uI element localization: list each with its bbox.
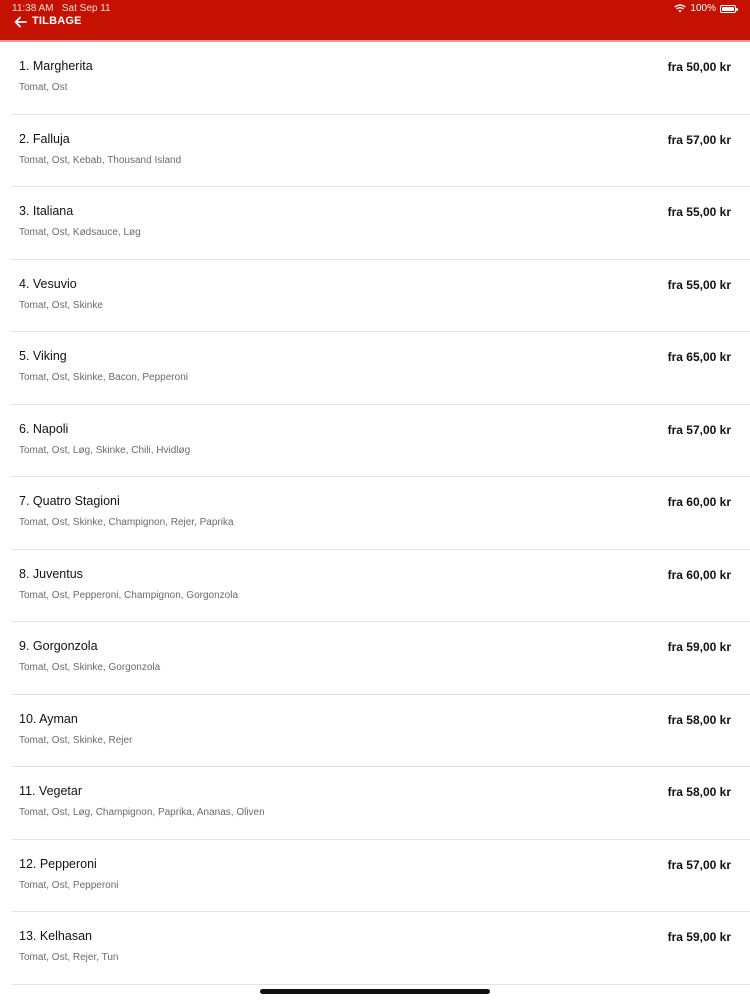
menu-item-name: 11. Vegetar (19, 784, 83, 798)
menu-item[interactable]: 8. Juventus Tomat, Ost, Pepperoni, Champ… (12, 550, 750, 622)
menu-item-ingredients: Tomat, Ost, Pepperoni (19, 879, 119, 891)
menu-item-ingredients: Tomat, Ost, Løg, Skinke, Chili, Hvidløg (19, 444, 191, 456)
menu-item[interactable]: 12. Pepperoni Tomat, Ost, Pepperoni fra … (12, 840, 750, 912)
menu-item[interactable]: 7. Quatro Stagioni Tomat, Ost, Skinke, C… (12, 477, 750, 550)
menu-item-price: fra 59,00 kr (667, 930, 731, 944)
menu-item-price: fra 60,00 kr (667, 567, 731, 582)
menu-item-name: 1. Margherita (19, 59, 93, 73)
arrow-left-icon (14, 15, 27, 28)
menu-item[interactable]: 11. Vegetar Tomat, Ost, Løg, Champignon,… (12, 767, 750, 840)
menu-item-name: 5. Viking (19, 349, 67, 363)
menu-item[interactable]: 1. Margherita Tomat, Ost fra 50,00 kr (12, 42, 750, 115)
battery-percent: 100% (690, 3, 716, 14)
battery-icon (720, 4, 738, 13)
menu-item-ingredients: Tomat, Ost, Skinke, Bacon, Pepperoni (19, 372, 188, 383)
menu-item-ingredients: Tomat, Ost, Rejer, Tun (19, 952, 119, 963)
menu-item-price: fra 57,00 kr (667, 857, 731, 872)
menu-item-name: 7. Quatro Stagioni (19, 494, 120, 508)
menu-item-ingredients: Tomat, Ost (19, 82, 68, 93)
menu-item-ingredients: Tomat, Ost, Skinke, Rejer (19, 734, 133, 746)
menu-item[interactable]: 9. Gorgonzola Tomat, Ost, Skinke, Gorgon… (12, 622, 750, 695)
menu-item[interactable]: 3. Italiana Tomat, Ost, Kødsauce, Løg fr… (12, 187, 750, 260)
pizza-menu-list: 1. Margherita Tomat, Ost fra 50,00 kr 2.… (12, 42, 750, 985)
menu-item-ingredients: Tomat, Ost, Kebab, Thousand Island (19, 154, 182, 166)
menu-item-name: 13. Kelhasan (19, 929, 92, 943)
menu-item-price: fra 58,00 kr (667, 712, 731, 727)
wifi-icon (674, 4, 687, 13)
menu-item[interactable]: 6. Napoli Tomat, Ost, Løg, Skinke, Chili… (12, 405, 750, 477)
menu-item[interactable]: 10. Ayman Tomat, Ost, Skinke, Rejer fra … (12, 695, 750, 767)
menu-item-ingredients: Tomat, Ost, Løg, Champignon, Paprika, An… (19, 807, 265, 818)
menu-item-name: 10. Ayman (19, 711, 78, 726)
menu-item-price: fra 57,00 kr (667, 422, 731, 437)
menu-item-price: fra 60,00 kr (667, 495, 731, 509)
menu-item[interactable]: 13. Kelhasan Tomat, Ost, Rejer, Tun fra … (12, 912, 750, 985)
menu-item-name: 6. Napoli (19, 421, 69, 436)
status-bar-right: 100% (674, 3, 738, 14)
menu-item-ingredients: Tomat, Ost, Pepperoni, Champignon, Gorgo… (19, 589, 239, 601)
menu-item[interactable]: 5. Viking Tomat, Ost, Skinke, Bacon, Pep… (12, 332, 750, 405)
menu-item-name: 3. Italiana (19, 204, 74, 218)
menu-item-ingredients: Tomat, Ost, Skinke, Gorgonzola (19, 662, 161, 673)
menu-item-name: 2. Falluja (19, 131, 70, 146)
menu-item-name: 12. Pepperoni (19, 856, 97, 871)
menu-item-price: fra 59,00 kr (667, 640, 731, 654)
menu-item-ingredients: Tomat, Ost, Kødsauce, Løg (19, 227, 141, 238)
back-label: TILBAGE (32, 15, 82, 27)
menu-item-price: fra 55,00 kr (667, 277, 731, 292)
menu-item-name: 9. Gorgonzola (19, 639, 98, 653)
menu-item-ingredients: Tomat, Ost, Skinke (19, 299, 103, 311)
menu-item-price: fra 65,00 kr (667, 350, 731, 364)
menu-item-price: fra 57,00 kr (667, 132, 731, 147)
menu-item-price: fra 50,00 kr (667, 60, 731, 74)
menu-item-name: 8. Juventus (19, 566, 83, 581)
menu-item-name: 4. Vesuvio (19, 276, 77, 291)
menu-item-price: fra 58,00 kr (667, 785, 731, 799)
menu-item[interactable]: 2. Falluja Tomat, Ost, Kebab, Thousand I… (12, 115, 750, 187)
header-bar: 11:38 AM Sat Sep 11 100% TILBAGE (0, 0, 750, 42)
back-button[interactable]: TILBAGE (14, 13, 82, 29)
menu-item-price: fra 55,00 kr (667, 205, 731, 219)
home-indicator[interactable] (260, 989, 490, 994)
menu-item[interactable]: 4. Vesuvio Tomat, Ost, Skinke fra 55,00 … (12, 260, 750, 332)
menu-item-ingredients: Tomat, Ost, Skinke, Champignon, Rejer, P… (19, 517, 234, 528)
